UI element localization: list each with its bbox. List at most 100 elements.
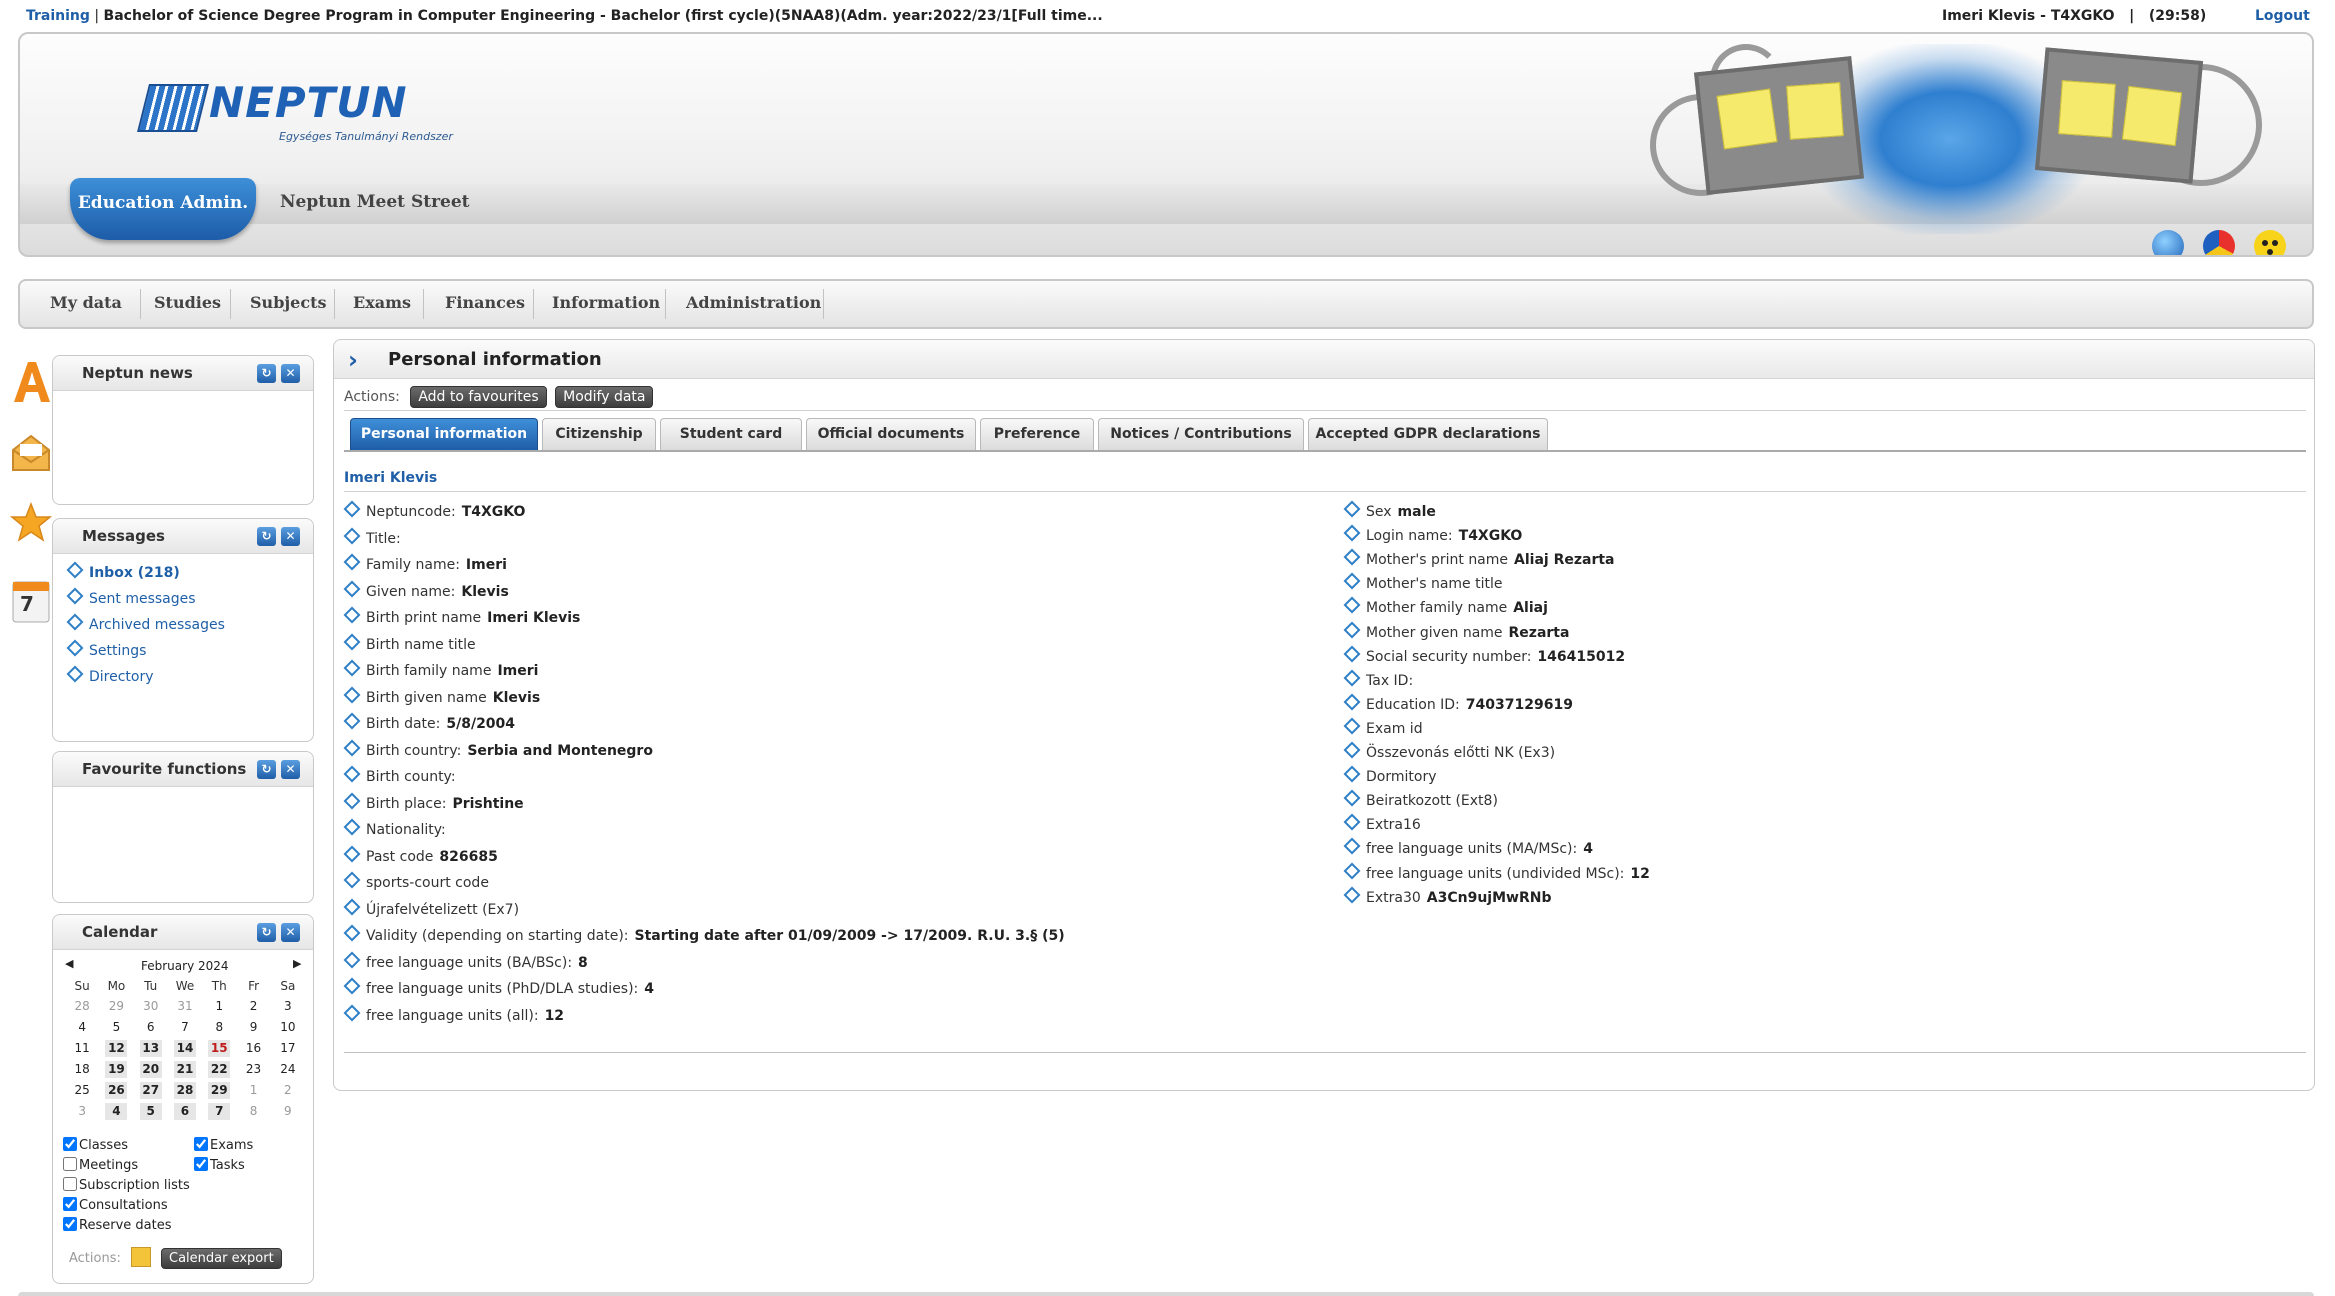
nav-my-data[interactable]: My data	[50, 293, 122, 312]
diamond-bullet-icon	[1343, 572, 1361, 590]
calendar-day[interactable]: 2	[243, 998, 265, 1015]
inbox-link[interactable]: Inbox (218)	[66, 561, 180, 581]
calendar-day[interactable]: 29	[208, 1082, 231, 1099]
close-icon[interactable]: ✕	[281, 364, 300, 383]
font-size-icon[interactable]	[10, 358, 52, 402]
field-label: Mother family name	[1366, 600, 1508, 617]
neptun-logo[interactable]: NEPTUN Egységes Tanulmányi Rendszer	[123, 78, 453, 168]
meetings-checkbox[interactable]: Meetings	[63, 1157, 138, 1173]
calendar-day[interactable]: 7	[174, 1019, 196, 1036]
calendar-day[interactable]: 13	[139, 1040, 162, 1057]
calendar-export-button[interactable]: Calendar export	[161, 1248, 282, 1269]
nav-subjects[interactable]: Subjects	[250, 293, 326, 312]
logout-link[interactable]: Logout	[2255, 8, 2310, 24]
sent-messages-link[interactable]: Sent messages	[66, 587, 196, 607]
globe-icon[interactable]	[2152, 230, 2184, 255]
reserve-dates-checkbox[interactable]: Reserve dates	[63, 1217, 171, 1233]
calendar-day[interactable]: 29	[105, 998, 127, 1015]
calendar-day[interactable]: 6	[173, 1103, 196, 1120]
field-row: Birth family name Imeri	[343, 659, 538, 679]
calendar-day[interactable]: 5	[105, 1019, 127, 1036]
nav-finances[interactable]: Finances	[445, 293, 525, 312]
favourite-star-icon[interactable]	[9, 501, 53, 544]
nav-studies[interactable]: Studies	[154, 293, 221, 312]
nav-information[interactable]: Information	[552, 293, 660, 312]
calendar-next-month-icon[interactable]: ▶	[293, 957, 301, 970]
calendar-day[interactable]: 9	[243, 1019, 265, 1036]
add-to-favourites-button[interactable]: Add to favourites	[410, 386, 547, 408]
calendar-day[interactable]: 9	[277, 1103, 299, 1120]
tab-gdpr-declarations[interactable]: Accepted GDPR declarations	[1308, 418, 1548, 450]
calendar-day[interactable]: 30	[140, 998, 162, 1015]
field-label: Sex	[1366, 504, 1392, 520]
calendar-day[interactable]: 3	[277, 998, 299, 1015]
close-icon[interactable]: ✕	[281, 923, 300, 942]
calendar-day[interactable]: 8	[208, 1019, 230, 1036]
tasks-checkbox[interactable]: Tasks	[194, 1157, 245, 1173]
nav-administration[interactable]: Administration	[686, 293, 821, 312]
refresh-icon[interactable]: ↻	[257, 923, 276, 942]
calendar-day[interactable]: 14	[173, 1040, 196, 1057]
directory-link[interactable]: Directory	[66, 665, 154, 685]
tab-citizenship[interactable]: Citizenship	[542, 418, 656, 450]
calendar-day[interactable]: 2	[277, 1082, 299, 1099]
calendar-day[interactable]: 15	[208, 1040, 231, 1057]
calendar-day[interactable]: 20	[139, 1061, 162, 1078]
exams-checkbox[interactable]: Exams	[194, 1137, 253, 1153]
calendar-day[interactable]: 28	[173, 1082, 196, 1099]
field-value: Prishtine	[452, 795, 524, 812]
calendar-day[interactable]: 22	[208, 1061, 231, 1078]
calendar-day[interactable]: 3	[71, 1103, 93, 1120]
calendar-day[interactable]: 7	[208, 1103, 231, 1120]
tab-official-documents[interactable]: Official documents	[806, 418, 976, 450]
calendar-day[interactable]: 11	[71, 1040, 93, 1057]
inbox-envelope-icon[interactable]	[10, 432, 52, 474]
archived-messages-link[interactable]: Archived messages	[66, 613, 225, 633]
classes-checkbox[interactable]: Classes	[63, 1137, 128, 1153]
subscription-lists-checkbox[interactable]: Subscription lists	[63, 1177, 190, 1193]
close-icon[interactable]: ✕	[281, 760, 300, 779]
calendar-day[interactable]: 19	[105, 1061, 128, 1078]
calendar-day[interactable]: 23	[243, 1061, 265, 1078]
close-icon[interactable]: ✕	[281, 527, 300, 546]
education-admin-button[interactable]: Education Admin.	[70, 178, 256, 240]
calendar-day[interactable]: 1	[208, 998, 230, 1015]
neptun-logo-mark	[137, 84, 209, 132]
calendar-icon[interactable]: 7	[10, 578, 52, 623]
calendar-day[interactable]: 4	[105, 1103, 128, 1120]
accessibility-icon[interactable]	[2254, 230, 2286, 255]
calendar-day[interactable]: 12	[105, 1040, 128, 1057]
calendar-day[interactable]: 31	[174, 998, 196, 1015]
calendar-prev-month-icon[interactable]: ◀	[65, 957, 73, 970]
calendar-day[interactable]: 26	[105, 1082, 128, 1099]
tab-notices-contributions[interactable]: Notices / Contributions	[1098, 418, 1304, 450]
calendar-day[interactable]: 1	[243, 1082, 265, 1099]
calendar-action-icon[interactable]	[131, 1247, 151, 1267]
diamond-bullet-icon	[1343, 765, 1361, 783]
nav-exams[interactable]: Exams	[353, 293, 411, 312]
calendar-day[interactable]: 5	[139, 1103, 162, 1120]
refresh-icon[interactable]: ↻	[257, 760, 276, 779]
tab-preference[interactable]: Preference	[980, 418, 1094, 450]
calendar-day[interactable]: 8	[243, 1103, 265, 1120]
refresh-icon[interactable]: ↻	[257, 364, 276, 383]
modify-data-button[interactable]: Modify data	[555, 386, 654, 408]
calendar-day[interactable]: 28	[71, 998, 93, 1015]
message-settings-link[interactable]: Settings	[66, 639, 146, 659]
calendar-day[interactable]: 18	[71, 1061, 93, 1078]
calendar-day[interactable]: 17	[277, 1040, 299, 1057]
calendar-day[interactable]: 24	[277, 1061, 299, 1078]
calendar-day[interactable]: 27	[139, 1082, 162, 1099]
calendar-day[interactable]: 25	[71, 1082, 93, 1099]
tab-personal-information[interactable]: Personal information	[350, 418, 538, 450]
calendar-weekday: Tu	[144, 978, 158, 993]
calendar-day[interactable]: 16	[243, 1040, 265, 1057]
color-theme-icon[interactable]	[2203, 230, 2235, 255]
calendar-day[interactable]: 10	[277, 1019, 299, 1036]
calendar-day[interactable]: 4	[71, 1019, 93, 1036]
refresh-icon[interactable]: ↻	[257, 527, 276, 546]
tab-student-card[interactable]: Student card	[660, 418, 802, 450]
consultations-checkbox[interactable]: Consultations	[63, 1197, 168, 1213]
calendar-day[interactable]: 6	[140, 1019, 162, 1036]
calendar-day[interactable]: 21	[173, 1061, 196, 1078]
